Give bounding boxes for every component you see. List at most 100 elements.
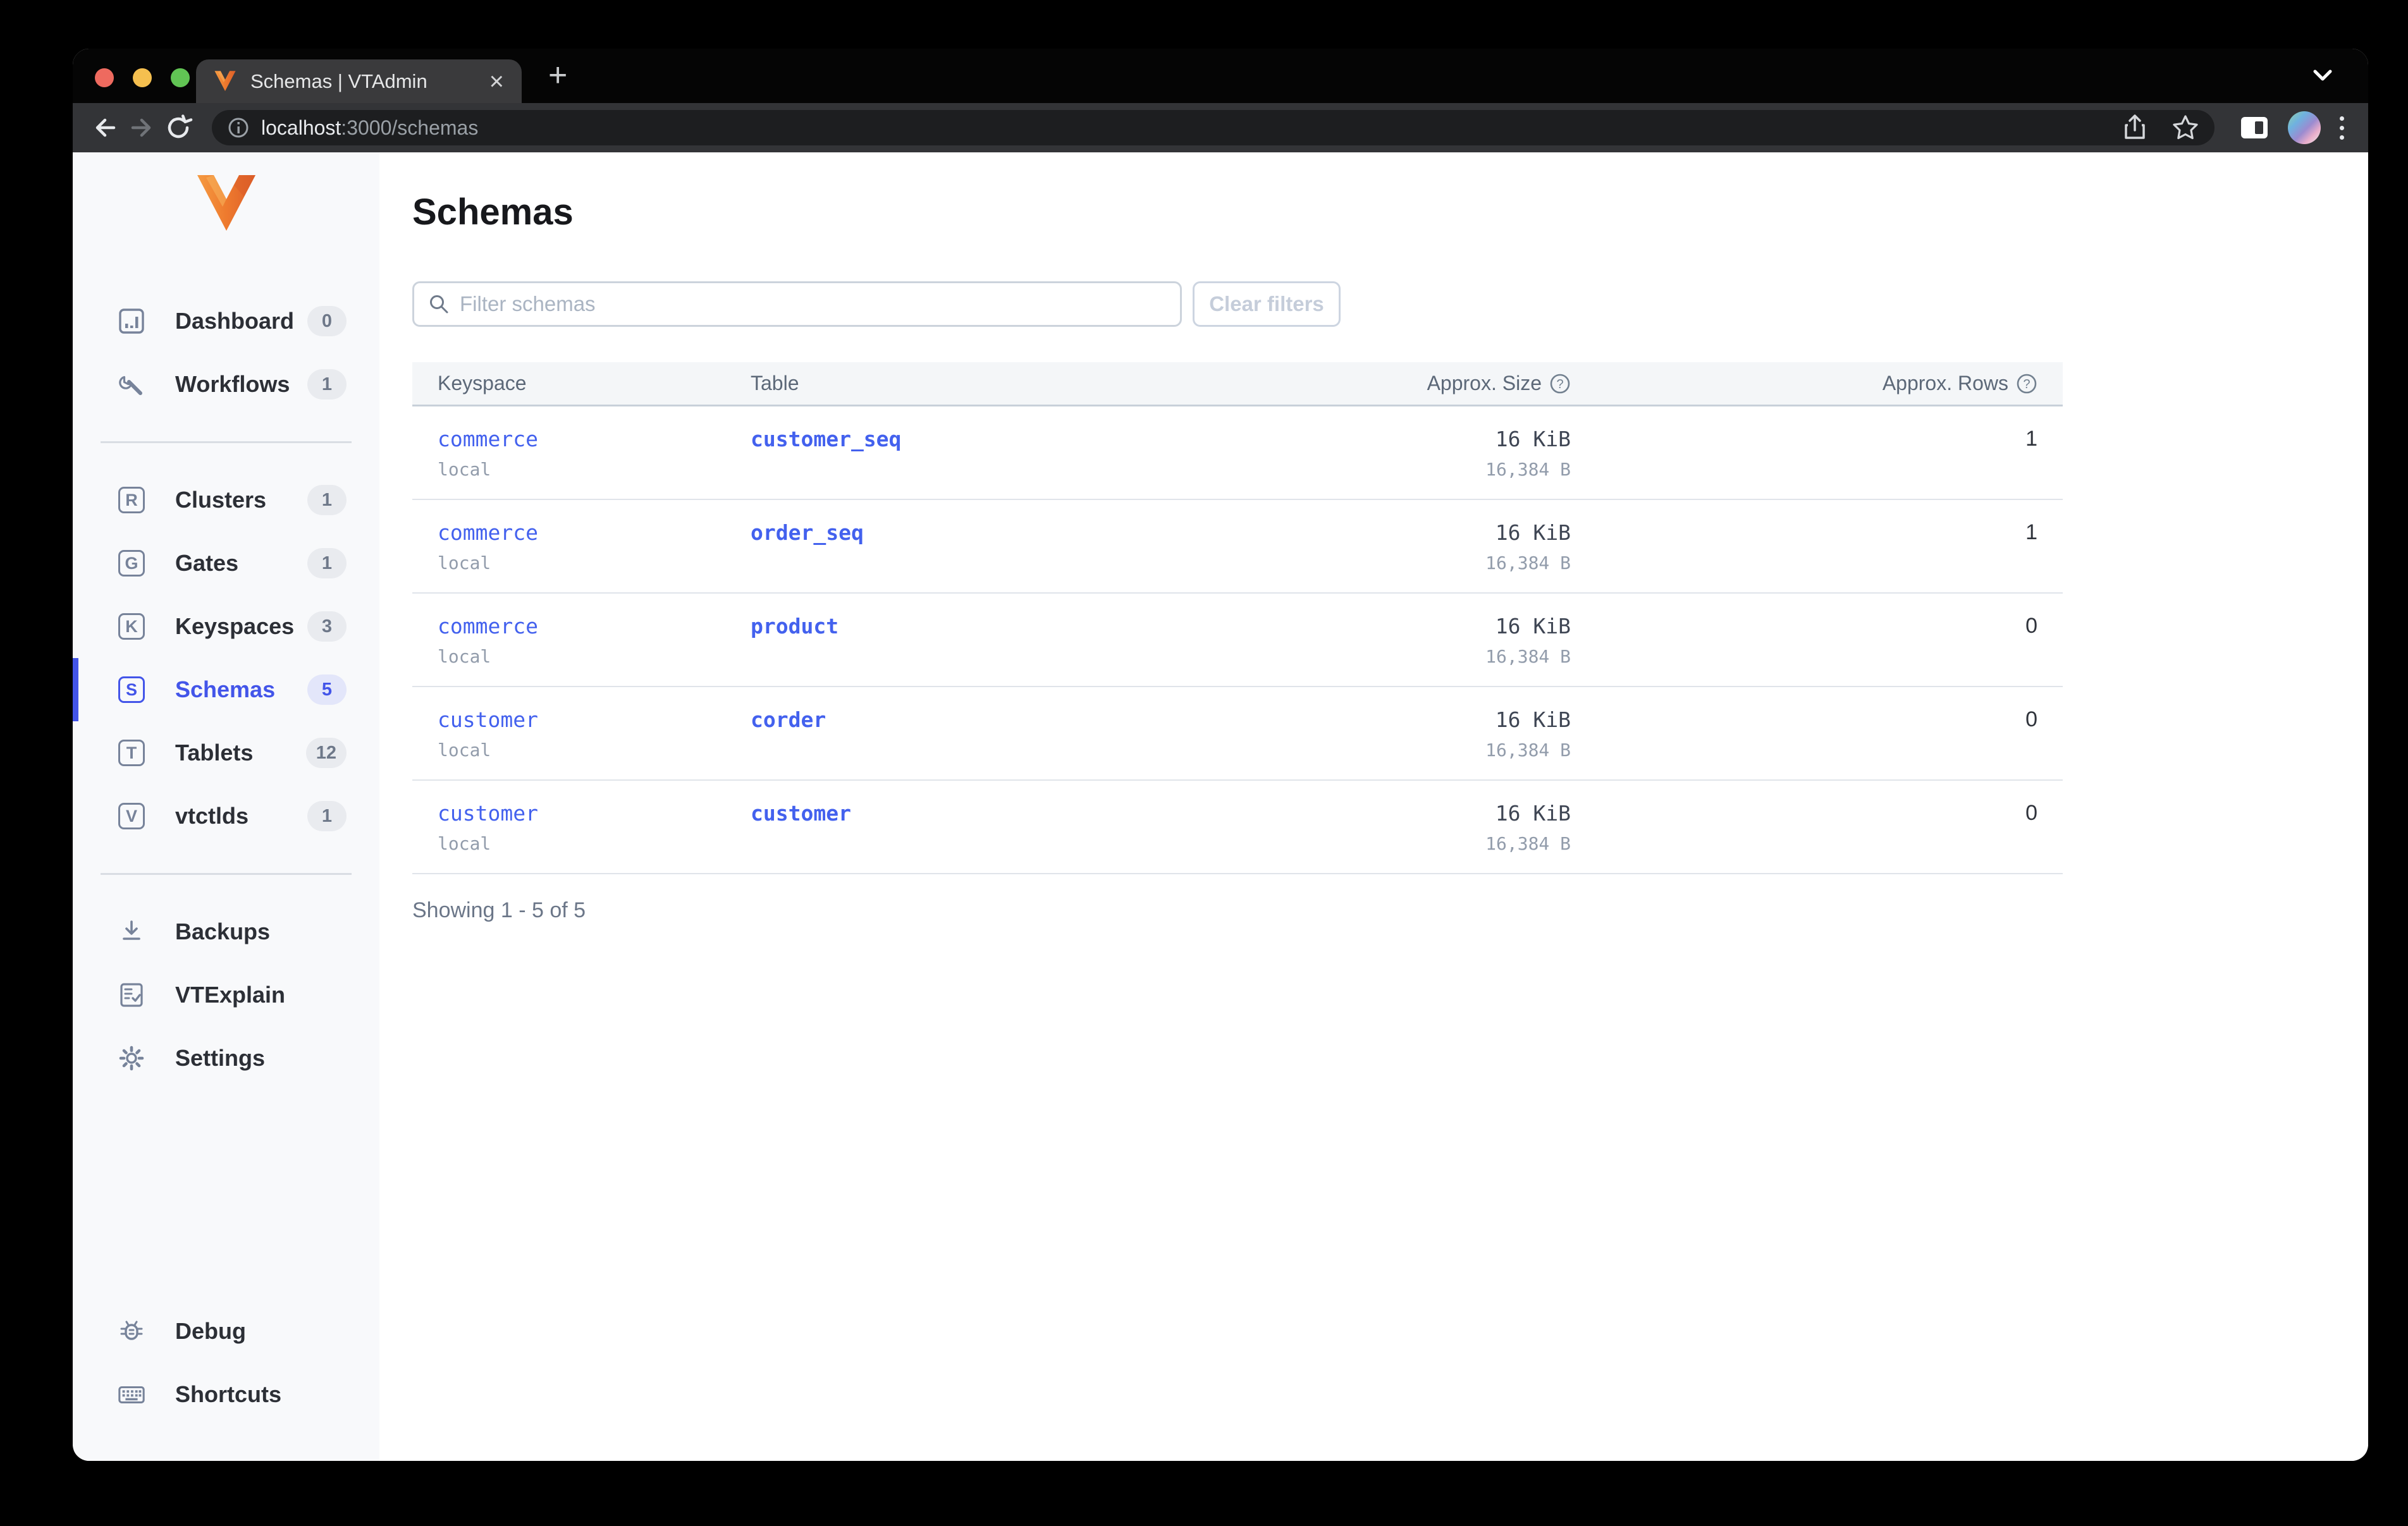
cluster-label: local (438, 740, 491, 760)
table-link[interactable]: order_seq (751, 520, 1346, 545)
table-link[interactable]: customer (751, 801, 1346, 826)
sidebar-item-schemas[interactable]: S Schemas 5 (73, 658, 379, 721)
keyspace-link[interactable]: commerce (438, 427, 751, 451)
share-icon[interactable] (2122, 114, 2147, 142)
size-bytes: 16,384 B (1485, 459, 1571, 480)
keyspace-link[interactable]: commerce (438, 614, 751, 638)
table-row: customer local customer 16 KiB 16,384 B 0 (412, 781, 2063, 874)
page-title: Schemas (412, 192, 574, 233)
sidebar-item-dashboard[interactable]: Dashboard 0 (73, 290, 379, 353)
table-row: customer local corder 16 KiB 16,384 B 0 (412, 687, 2063, 781)
tab-search-chevron-icon[interactable] (2310, 66, 2335, 85)
sidebar-item-label: vtctlds (175, 803, 249, 829)
sidebar-item-label: Gates (175, 550, 239, 576)
help-icon[interactable]: ? (2016, 373, 2037, 394)
column-header-size: Approx. Size ? (1346, 372, 1571, 395)
forward-button[interactable] (123, 114, 160, 142)
side-panel-icon[interactable] (2239, 114, 2270, 142)
keyspace-link[interactable]: customer (438, 707, 751, 732)
table-link[interactable]: customer_seq (751, 427, 1346, 451)
table-link[interactable]: corder (751, 707, 1346, 732)
count-badge: 3 (307, 611, 347, 642)
count-badge: 1 (307, 485, 347, 515)
bookmark-star-icon[interactable] (2172, 114, 2199, 141)
svg-text:?: ? (2023, 377, 2030, 391)
approx-size: 16 KiB (1495, 707, 1571, 732)
sidebar-item-workflows[interactable]: Workflows 1 (73, 353, 379, 416)
browser-tab[interactable]: Schemas | VTAdmin × (196, 59, 522, 103)
sidebar-item-vtctlds[interactable]: V vtctlds 1 (73, 784, 379, 848)
back-button[interactable] (87, 114, 123, 142)
help-icon[interactable]: ? (1549, 373, 1571, 394)
sidebar-item-gates[interactable]: G Gates 1 (73, 532, 379, 595)
profile-avatar[interactable] (2288, 111, 2321, 144)
keyspace-letter-icon: K (118, 613, 145, 640)
svg-text:?: ? (1556, 377, 1563, 391)
sidebar-item-tablets[interactable]: T Tablets 12 (73, 721, 379, 784)
browser-menu-icon[interactable] (2340, 116, 2344, 140)
keyspace-link[interactable]: commerce (438, 520, 751, 545)
new-tab-button[interactable]: + (548, 54, 567, 97)
count-badge: 1 (307, 548, 347, 578)
search-icon (430, 295, 448, 314)
schema-letter-icon: S (118, 676, 145, 703)
sidebar-item-label: Dashboard (175, 308, 295, 334)
sidebar-item-label: Clusters (175, 487, 267, 513)
sidebar-item-label: Backups (175, 919, 271, 944)
sidebar-item-shortcuts[interactable]: Shortcuts (73, 1363, 379, 1426)
zoom-window-button[interactable] (171, 68, 190, 87)
sidebar-item-label: Workflows (175, 371, 290, 397)
sidebar-divider (101, 873, 352, 875)
table-link[interactable]: product (751, 614, 1346, 638)
browser-toolbar: localhost:3000/schemas (73, 103, 2368, 152)
gear-icon (117, 1044, 146, 1073)
column-header-table: Table (751, 372, 799, 394)
cluster-letter-icon: R (118, 487, 145, 513)
keyspace-link[interactable]: customer (438, 801, 751, 826)
column-header-keyspace: Keyspace (438, 372, 527, 394)
minimize-window-button[interactable] (133, 68, 152, 87)
tab-title: Schemas | VTAdmin (250, 70, 427, 92)
address-bar[interactable]: localhost:3000/schemas (212, 110, 2214, 145)
browser-window: Schemas | VTAdmin × + localhost:3000/sch… (73, 49, 2368, 1461)
gate-letter-icon: G (118, 550, 145, 577)
size-bytes: 16,384 B (1485, 646, 1571, 667)
tab-strip: Schemas | VTAdmin × + (73, 49, 2368, 103)
sidebar-item-debug[interactable]: Debug (73, 1300, 379, 1363)
sidebar-item-label: Schemas (175, 676, 276, 702)
size-bytes: 16,384 B (1485, 552, 1571, 573)
wrench-icon (117, 370, 146, 399)
sidebar-item-vtexplain[interactable]: VTExplain (73, 963, 379, 1027)
count-badge: 5 (307, 674, 347, 705)
size-bytes: 16,384 B (1485, 740, 1571, 760)
cluster-label: local (438, 646, 491, 667)
approx-size: 16 KiB (1495, 801, 1571, 826)
cluster-label: local (438, 459, 491, 480)
cluster-label: local (438, 833, 491, 854)
tab-close-icon[interactable]: × (489, 69, 504, 94)
sidebar-item-backups[interactable]: Backups (73, 900, 379, 963)
sidebar-item-label: Debug (175, 1318, 246, 1344)
sidebar-item-label: VTExplain (175, 982, 286, 1008)
count-badge: 12 (305, 738, 347, 768)
reload-button[interactable] (160, 113, 197, 142)
sidebar-item-settings[interactable]: Settings (73, 1027, 379, 1090)
close-window-button[interactable] (95, 68, 114, 87)
approx-rows: 1 (2025, 427, 2037, 451)
vitess-favicon-icon (214, 71, 236, 91)
sidebar-item-label: Shortcuts (175, 1381, 282, 1407)
tablet-letter-icon: T (118, 740, 145, 766)
traffic-lights (95, 68, 190, 87)
sidebar: Dashboard 0 Workflows 1 R Clusters 1 G G… (73, 152, 379, 1461)
sidebar-item-clusters[interactable]: R Clusters 1 (73, 468, 379, 532)
table-row: commerce local customer_seq 16 KiB 16,384 … (412, 406, 2063, 500)
main-content: Schemas Clear filters Keyspace Table App (379, 152, 2368, 1461)
site-info-icon[interactable] (227, 116, 250, 139)
filter-schemas-input[interactable] (460, 292, 1166, 316)
approx-rows: 0 (2025, 707, 2037, 731)
sidebar-item-keyspaces[interactable]: K Keyspaces 3 (73, 595, 379, 658)
bar-chart-icon (117, 307, 146, 336)
column-header-rows: Approx. Rows ? (1571, 372, 2037, 395)
clear-filters-button[interactable]: Clear filters (1193, 281, 1341, 327)
vitess-logo[interactable] (73, 175, 379, 232)
